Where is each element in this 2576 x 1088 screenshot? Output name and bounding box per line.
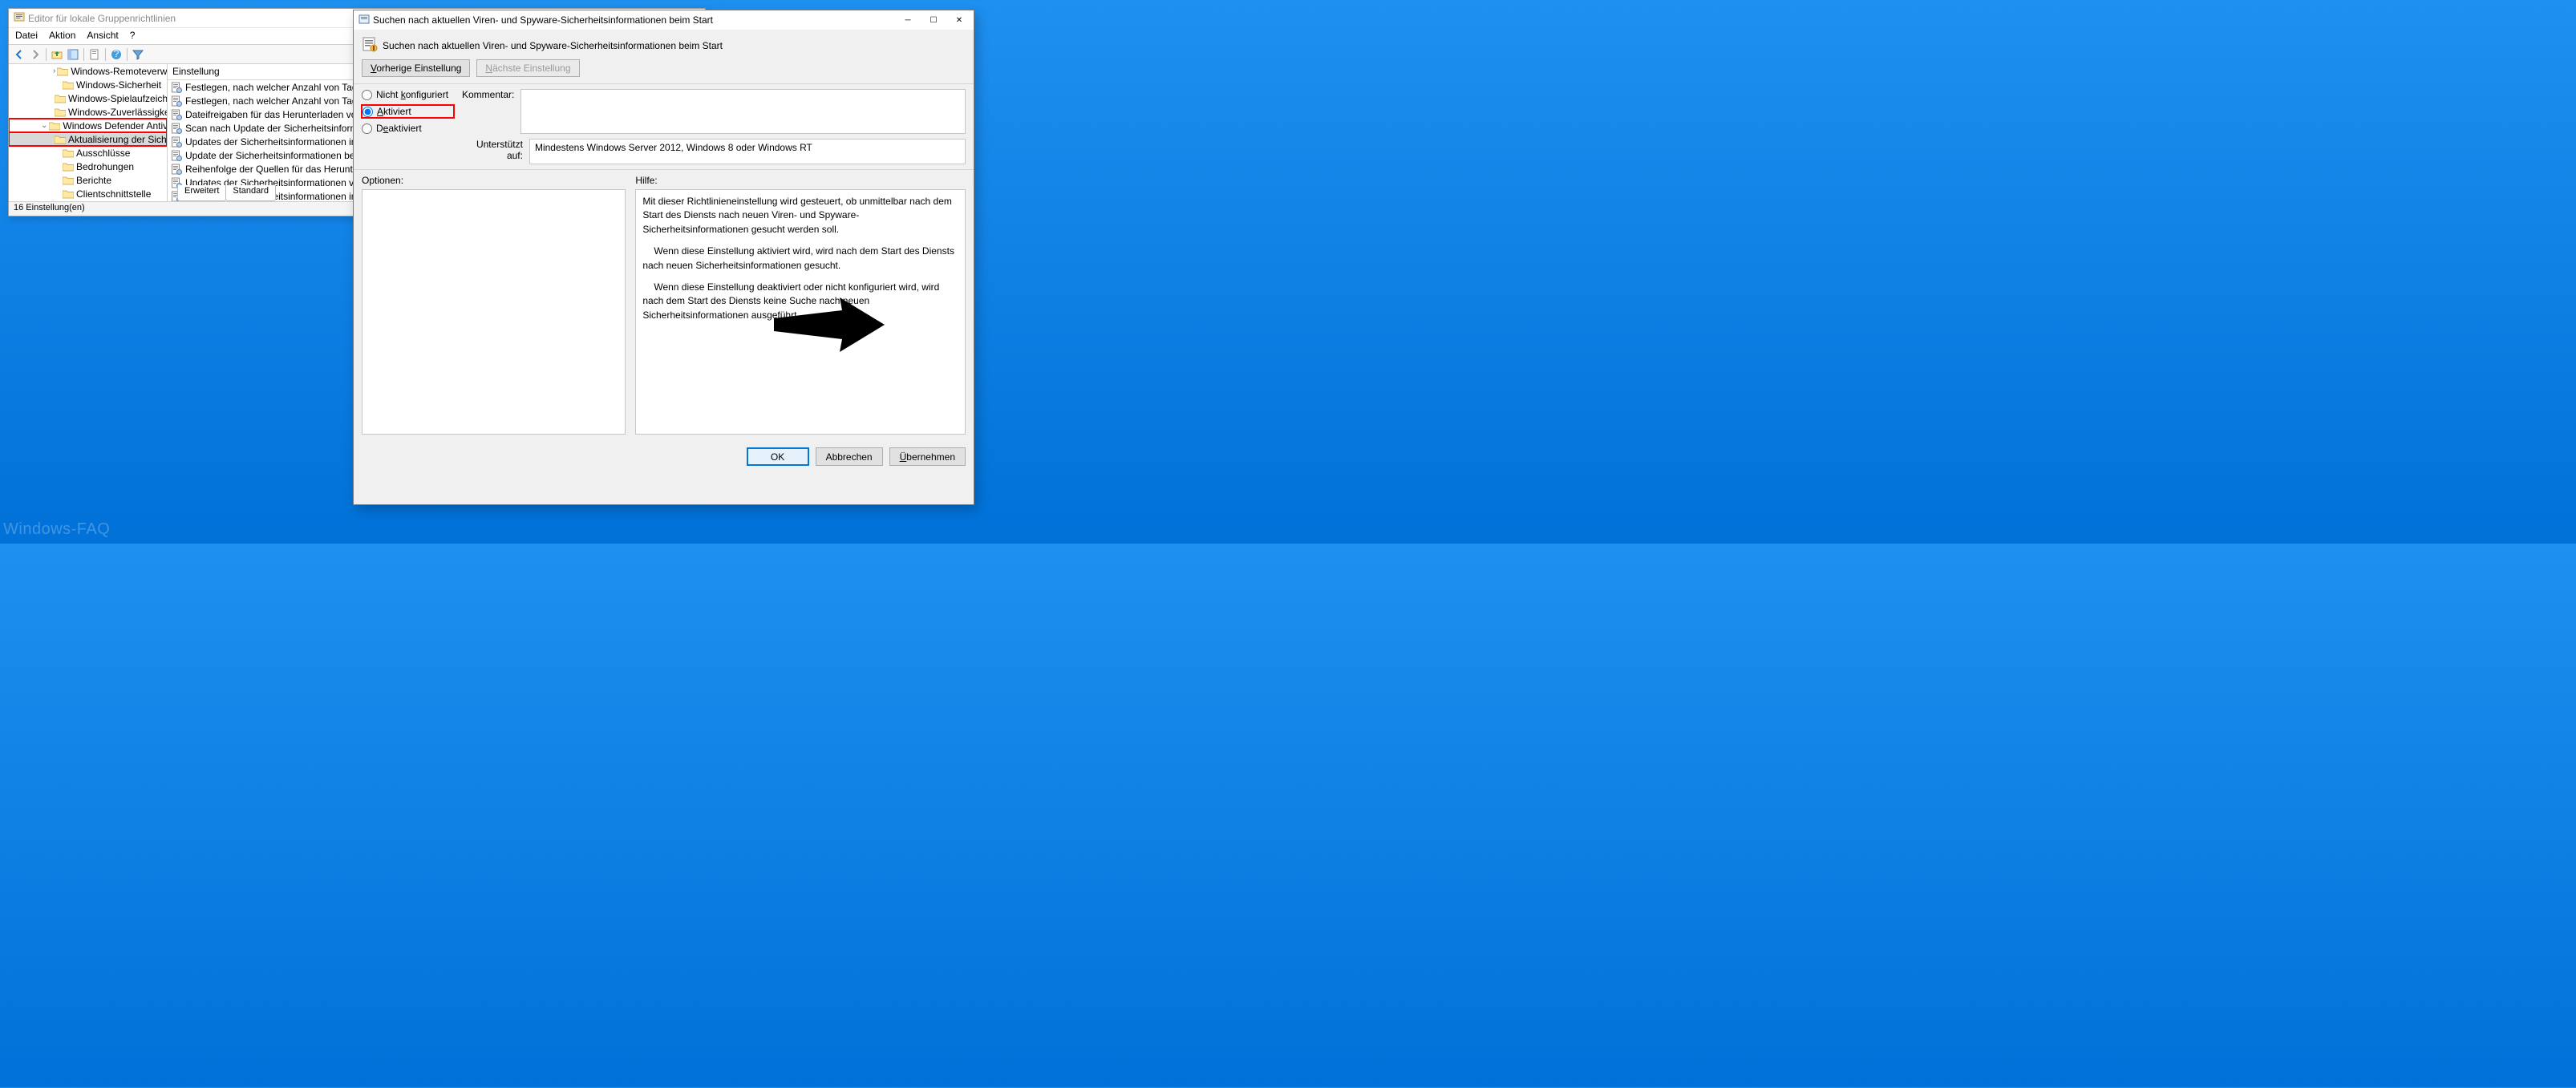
tree-item[interactable]: Windows-Spielaufzeichnung und -übertragu… xyxy=(9,91,167,105)
expander-icon[interactable]: ⌄ xyxy=(41,121,47,130)
folder-icon xyxy=(63,189,74,199)
properties-icon[interactable] xyxy=(87,47,102,62)
tree-item-label: Ausschlüsse xyxy=(76,148,130,159)
tree-item[interactable]: Ausschlüsse xyxy=(9,146,167,160)
tree-pane: › Windows-Remoteverwaltung (Windows Remot… xyxy=(9,64,168,201)
watermark: Windows-FAQ xyxy=(3,520,110,539)
minimize-icon[interactable]: ─ xyxy=(895,11,921,29)
menu-action[interactable]: Aktion xyxy=(49,30,75,42)
menu-help[interactable]: ? xyxy=(130,30,136,42)
supported-on-text: Mindestens Windows Server 2012, Windows … xyxy=(535,142,812,153)
tree-scroll[interactable]: › Windows-Remoteverwaltung (Windows Remot… xyxy=(9,64,167,201)
setting-icon xyxy=(171,123,182,134)
tree-item[interactable]: Clientschnittstelle xyxy=(9,187,167,200)
show-hide-tree-icon[interactable] xyxy=(66,47,80,62)
tree-item-label: Aktualisierung der Sicherheitsinformatio… xyxy=(68,134,167,145)
radio-not-configured[interactable]: Nicht konfiguriert xyxy=(362,89,454,100)
filter-icon[interactable] xyxy=(131,47,145,62)
setting-icon xyxy=(171,164,182,175)
folder-icon xyxy=(63,148,74,158)
help-panel: Mit dieser Richtlinieneinstellung wird g… xyxy=(635,189,966,435)
radio-disabled[interactable]: Deaktiviert xyxy=(362,123,454,134)
supported-on-box: Mindestens Windows Server 2012, Windows … xyxy=(529,139,966,164)
tree-item-label: Berichte xyxy=(76,175,111,186)
options-panel xyxy=(362,189,626,435)
radio-enabled[interactable]: Aktiviert xyxy=(362,105,454,118)
ok-button[interactable]: OK xyxy=(747,447,809,466)
next-setting-button: Nächste Einstellung xyxy=(476,59,579,77)
back-icon[interactable] xyxy=(12,47,26,62)
help-text-p1: Mit dieser Richtlinieneinstellung wird g… xyxy=(642,195,958,237)
close-icon[interactable]: ✕ xyxy=(946,11,972,29)
policy-setting-icon xyxy=(362,36,378,55)
tree-item[interactable]: ⌄ Windows Defender Antivirus xyxy=(9,119,167,132)
gpedit-title: Editor für lokale Gruppenrichtlinien xyxy=(28,13,176,24)
help-label: Hilfe: xyxy=(635,175,966,186)
tree-item[interactable]: › Windows-Remoteverwaltung (Windows Remot… xyxy=(9,64,167,78)
dialog-heading: Suchen nach aktuellen Viren- und Spyware… xyxy=(383,40,723,51)
supported-label: Unterstützt auf: xyxy=(462,139,523,161)
setting-icon xyxy=(171,82,182,93)
tree-item-label: Windows-Zuverlässigkeitsanalyse xyxy=(68,107,167,118)
setting-icon xyxy=(171,136,182,148)
tree-item[interactable]: Windows-Zuverlässigkeitsanalyse xyxy=(9,105,167,119)
dialog-app-icon xyxy=(358,14,370,27)
svg-text:?: ? xyxy=(114,49,119,59)
comment-textarea[interactable] xyxy=(520,89,966,134)
setting-icon xyxy=(171,109,182,120)
tab-standard[interactable]: Standard xyxy=(225,185,276,201)
tree-item[interactable]: Berichte xyxy=(9,173,167,187)
folder-icon xyxy=(55,135,66,144)
tree-item-label: Windows Defender Antivirus xyxy=(63,120,167,131)
folder-icon xyxy=(63,80,74,90)
folder-icon xyxy=(55,94,66,103)
folder-icon xyxy=(63,162,74,172)
folder-icon xyxy=(55,107,66,117)
help-text-p2: Wenn diese Einstellung aktiviert wird, w… xyxy=(642,245,958,273)
up-folder-icon[interactable] xyxy=(50,47,64,62)
dialog-titlebar[interactable]: Suchen nach aktuellen Viren- und Spyware… xyxy=(354,10,974,30)
tree-item[interactable]: Aktualisierung der Sicherheitsinformatio… xyxy=(9,132,167,146)
setting-icon xyxy=(171,95,182,107)
comment-label: Kommentar: xyxy=(462,89,514,134)
setting-icon xyxy=(171,150,182,161)
detail-tabs: Erweitert Standard xyxy=(177,185,275,201)
gpedit-app-icon xyxy=(14,11,25,25)
tree-item-label: Windows-Sicherheit xyxy=(76,79,161,91)
help-icon[interactable]: ? xyxy=(109,47,124,62)
folder-icon xyxy=(49,121,60,131)
help-text-p3: Wenn diese Einstellung deaktiviert oder … xyxy=(642,281,958,322)
tree-item[interactable]: Windows-Sicherheit xyxy=(9,78,167,91)
policy-dialog: Suchen nach aktuellen Viren- und Spyware… xyxy=(353,10,974,505)
dialog-title: Suchen nach aktuellen Viren- und Spyware… xyxy=(373,14,713,26)
menu-view[interactable]: Ansicht xyxy=(87,30,118,42)
tree-item-label: Clientschnittstelle xyxy=(76,188,151,200)
options-label: Optionen: xyxy=(362,175,626,186)
folder-icon xyxy=(63,176,74,185)
tree-item-label: Windows-Remoteverwaltung (Windows Remote… xyxy=(71,66,167,77)
tab-extended[interactable]: Erweitert xyxy=(177,185,226,201)
prev-setting-button[interactable]: Vorherige Einstellung xyxy=(362,59,470,77)
tree-item[interactable]: Bedrohungen xyxy=(9,160,167,173)
tree-item-label: Bedrohungen xyxy=(76,161,134,172)
folder-icon xyxy=(57,67,68,76)
expander-icon[interactable]: › xyxy=(53,67,55,75)
tree-item-label: Windows-Spielaufzeichnung und -übertragu… xyxy=(68,93,167,104)
apply-button[interactable]: Übernehmen xyxy=(889,447,966,466)
forward-icon[interactable] xyxy=(28,47,43,62)
cancel-button[interactable]: Abbrechen xyxy=(816,447,883,466)
menu-file[interactable]: Datei xyxy=(15,30,38,42)
maximize-icon[interactable]: ☐ xyxy=(921,11,946,29)
